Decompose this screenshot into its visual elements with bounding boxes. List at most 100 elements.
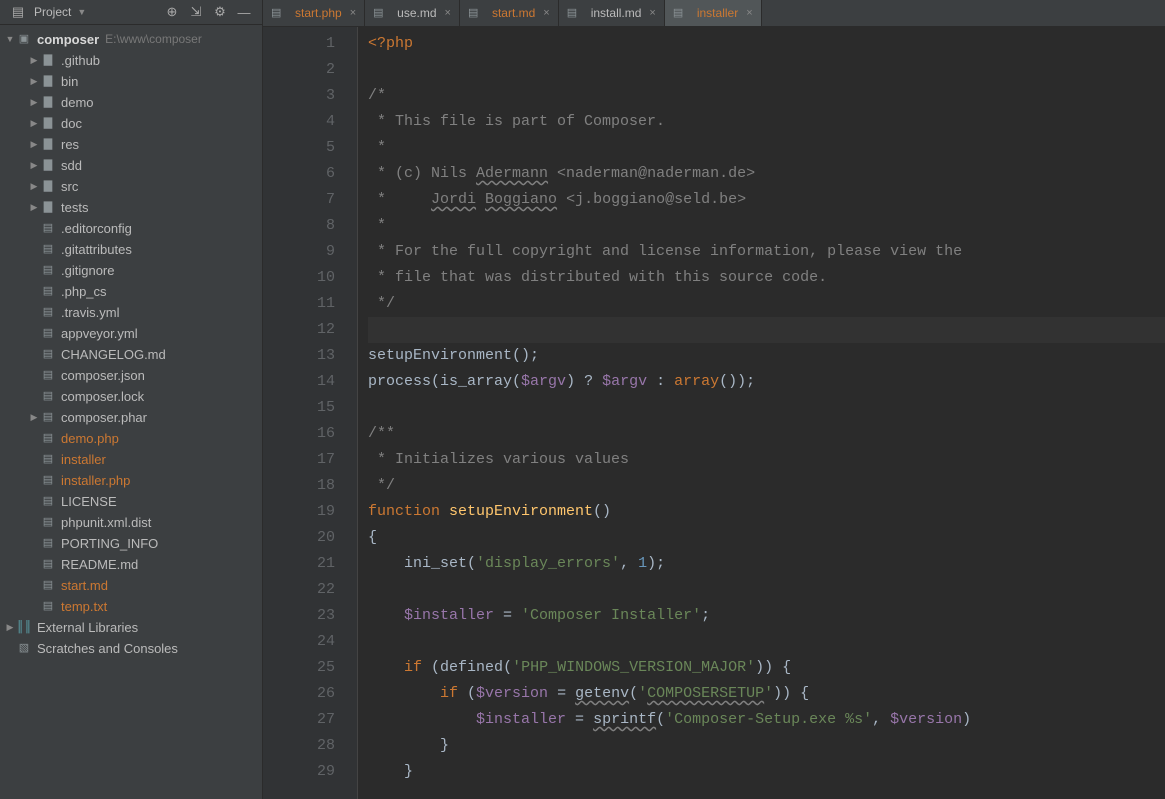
tree-file[interactable]: ▤LICENSE <box>0 491 262 512</box>
chevron-right-icon[interactable]: ▶ <box>28 155 40 176</box>
project-root[interactable]: ▼ ▣ composer E:\www\composer <box>0 29 262 50</box>
tree-folder[interactable]: ▶▇tests <box>0 197 262 218</box>
tree-item-label: composer.phar <box>61 407 147 428</box>
tree-file[interactable]: ▤composer.json <box>0 365 262 386</box>
code-line[interactable]: * This file is part of Composer. <box>368 109 1165 135</box>
tree-file[interactable]: ▤start.md <box>0 575 262 596</box>
line-number: 29 <box>263 759 335 785</box>
editor-tab[interactable]: ▤install.md× <box>559 0 665 26</box>
code-line[interactable]: process(is_array($argv) ? $argv : array(… <box>368 369 1165 395</box>
file-icon: ▤ <box>40 389 56 405</box>
close-icon[interactable]: × <box>743 7 752 19</box>
close-icon[interactable]: × <box>442 7 451 19</box>
tree-file[interactable]: ▤demo.php <box>0 428 262 449</box>
chevron-right-icon[interactable]: ▶ <box>28 407 40 428</box>
chevron-down-icon[interactable]: ▼ <box>4 29 16 50</box>
tree-file[interactable]: ▤PORTING_INFO <box>0 533 262 554</box>
folder-icon: ▇ <box>40 95 56 111</box>
tree-item-label: start.md <box>61 575 108 596</box>
tree-folder[interactable]: ▶▇bin <box>0 71 262 92</box>
chevron-right-icon[interactable]: ▶ <box>28 134 40 155</box>
chevron-right-icon[interactable]: ▶ <box>28 113 40 134</box>
code-line[interactable]: } <box>368 759 1165 785</box>
editor-tab[interactable]: ▤use.md× <box>365 0 460 26</box>
code-line[interactable]: } <box>368 733 1165 759</box>
tree-file[interactable]: ▤appveyor.yml <box>0 323 262 344</box>
code-line[interactable]: ini_set('display_errors', 1); <box>368 551 1165 577</box>
chevron-right-icon[interactable]: ▶ <box>28 71 40 92</box>
gear-icon[interactable]: ⚙ <box>211 3 229 21</box>
editor-tab[interactable]: ▤installer× <box>665 0 762 26</box>
project-tree[interactable]: ▼ ▣ composer E:\www\composer ▶▇.github▶▇… <box>0 25 262 799</box>
code-line[interactable]: * Jordi Boggiano <j.boggiano@seld.be> <box>368 187 1165 213</box>
close-icon[interactable]: × <box>646 7 655 19</box>
tree-file[interactable]: ▤.php_cs <box>0 281 262 302</box>
hide-icon[interactable]: — <box>235 3 253 21</box>
code-editor[interactable]: 1234567891011121314151617181920212223242… <box>263 27 1165 799</box>
chevron-right-icon[interactable]: ▶ <box>28 176 40 197</box>
tree-file[interactable]: ▤installer.php <box>0 470 262 491</box>
code-line[interactable]: setupEnvironment(); <box>368 343 1165 369</box>
code-line[interactable] <box>368 629 1165 655</box>
tree-file[interactable]: ▤phpunit.xml.dist <box>0 512 262 533</box>
code-line[interactable]: $installer = sprintf('Composer-Setup.exe… <box>368 707 1165 733</box>
code-line[interactable]: * Initializes various values <box>368 447 1165 473</box>
tree-file[interactable]: ▤installer <box>0 449 262 470</box>
code-line[interactable]: * file that was distributed with this so… <box>368 265 1165 291</box>
tree-file[interactable]: ▤.editorconfig <box>0 218 262 239</box>
code-line[interactable]: if ($version = getenv('COMPOSERSETUP')) … <box>368 681 1165 707</box>
tree-file[interactable]: ▶▤composer.phar <box>0 407 262 428</box>
code-line[interactable] <box>368 57 1165 83</box>
code-content[interactable]: <?php /* * This file is part of Composer… <box>358 27 1165 799</box>
tree-file[interactable]: ▤composer.lock <box>0 386 262 407</box>
code-line[interactable] <box>368 317 1165 343</box>
tab-label: installer <box>697 6 738 20</box>
code-line[interactable]: * For the full copyright and license inf… <box>368 239 1165 265</box>
code-line[interactable]: */ <box>368 291 1165 317</box>
code-line[interactable]: /* <box>368 83 1165 109</box>
close-icon[interactable]: × <box>540 7 549 19</box>
code-line[interactable]: * (c) Nils Adermann <naderman@naderman.d… <box>368 161 1165 187</box>
tree-folder[interactable]: ▶▇demo <box>0 92 262 113</box>
code-line[interactable] <box>368 577 1165 603</box>
tree-file[interactable]: ▤CHANGELOG.md <box>0 344 262 365</box>
tree-folder[interactable]: ▶▇res <box>0 134 262 155</box>
folder-icon: ▇ <box>40 116 56 132</box>
external-libraries-label: External Libraries <box>37 617 138 638</box>
editor-tab[interactable]: ▤start.php× <box>263 0 365 26</box>
tree-folder[interactable]: ▶▇sdd <box>0 155 262 176</box>
tree-file[interactable]: ▤.gitignore <box>0 260 262 281</box>
code-line[interactable]: /** <box>368 421 1165 447</box>
code-line[interactable]: */ <box>368 473 1165 499</box>
external-libraries[interactable]: ▶ ║║ External Libraries <box>0 617 262 638</box>
code-line[interactable]: { <box>368 525 1165 551</box>
locate-icon[interactable]: ⊕ <box>163 3 181 21</box>
close-icon[interactable]: × <box>347 7 356 19</box>
code-line[interactable]: * <box>368 213 1165 239</box>
line-number: 17 <box>263 447 335 473</box>
tree-folder[interactable]: ▶▇src <box>0 176 262 197</box>
code-line[interactable] <box>368 395 1165 421</box>
chevron-right-icon[interactable]: ▶ <box>4 617 16 638</box>
chevron-right-icon[interactable]: ▶ <box>28 92 40 113</box>
chevron-right-icon[interactable]: ▶ <box>28 50 40 71</box>
line-number: 12 <box>263 317 335 343</box>
code-line[interactable]: $installer = 'Composer Installer'; <box>368 603 1165 629</box>
sidebar-title: Project <box>34 5 71 19</box>
tree-file[interactable]: ▤.travis.yml <box>0 302 262 323</box>
tree-folder[interactable]: ▶▇.github <box>0 50 262 71</box>
tree-file[interactable]: ▤README.md <box>0 554 262 575</box>
scratches-consoles[interactable]: ▧ Scratches and Consoles <box>0 638 262 659</box>
code-line[interactable]: <?php <box>368 31 1165 57</box>
file-icon: ▤ <box>40 368 56 384</box>
code-line[interactable]: function setupEnvironment() <box>368 499 1165 525</box>
chevron-down-icon[interactable]: ▼ <box>77 7 86 17</box>
collapse-icon[interactable]: ⇲ <box>187 3 205 21</box>
tree-file[interactable]: ▤.gitattributes <box>0 239 262 260</box>
tree-folder[interactable]: ▶▇doc <box>0 113 262 134</box>
editor-tab[interactable]: ▤start.md× <box>460 0 559 26</box>
chevron-right-icon[interactable]: ▶ <box>28 197 40 218</box>
tree-file[interactable]: ▤temp.txt <box>0 596 262 617</box>
code-line[interactable]: * <box>368 135 1165 161</box>
code-line[interactable]: if (defined('PHP_WINDOWS_VERSION_MAJOR')… <box>368 655 1165 681</box>
